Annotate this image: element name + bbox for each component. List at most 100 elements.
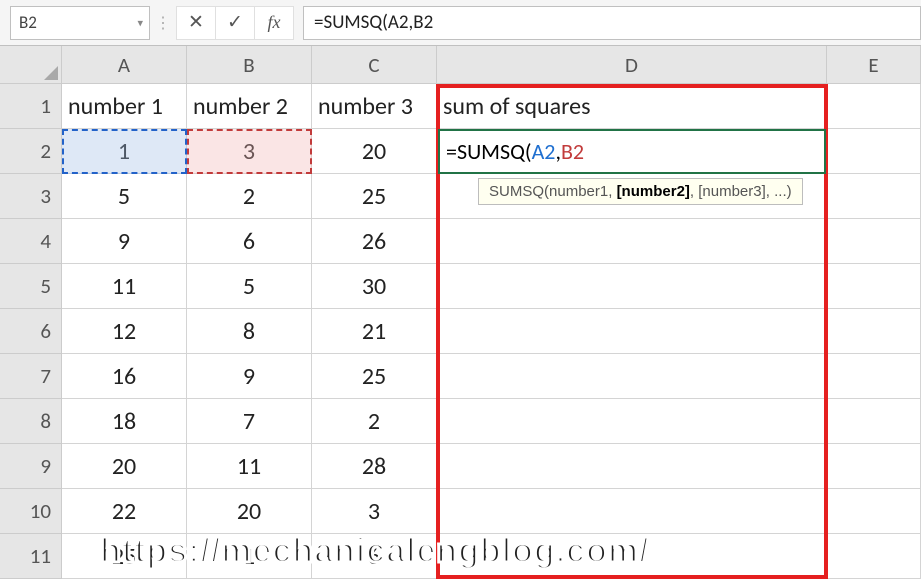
- cell-D7[interactable]: [437, 354, 827, 399]
- cell-E4[interactable]: [827, 219, 921, 264]
- check-icon: ✓: [227, 11, 243, 34]
- cell-A10[interactable]: 22: [62, 489, 187, 534]
- excel-window: B2 ▾ ⋮ ✕ ✓ fx =SUMSQ(A2,B2 ABCDE 1234567…: [0, 0, 921, 580]
- table-row: 16925: [62, 354, 921, 399]
- cell-C3[interactable]: 25: [312, 174, 437, 219]
- row-header-10[interactable]: 10: [0, 489, 62, 534]
- cell-E1[interactable]: [827, 84, 921, 129]
- column-header-a[interactable]: A: [62, 46, 187, 84]
- name-box-caret-icon: ▾: [137, 16, 143, 29]
- cell-B6[interactable]: 8: [187, 309, 312, 354]
- table-row: 11530: [62, 264, 921, 309]
- row-headers: 1234567891011: [0, 84, 62, 579]
- row-header-7[interactable]: 7: [0, 354, 62, 399]
- row-header-8[interactable]: 8: [0, 399, 62, 444]
- cell-A11[interactable]: 25: [62, 534, 187, 579]
- table-row: 201128: [62, 444, 921, 489]
- cell-D10[interactable]: [437, 489, 827, 534]
- cell-E10[interactable]: [827, 489, 921, 534]
- table-row: 22203: [62, 489, 921, 534]
- cell-E11[interactable]: [827, 534, 921, 579]
- row-header-2[interactable]: 2: [0, 129, 62, 174]
- cell-D6[interactable]: [437, 309, 827, 354]
- grid: ABCDE 1234567891011 number 1number 2numb…: [0, 46, 921, 580]
- table-row: number 1number 2number 3sum of squares: [62, 84, 921, 129]
- cell-E9[interactable]: [827, 444, 921, 489]
- name-box-value: B2: [19, 12, 37, 33]
- cell-E7[interactable]: [827, 354, 921, 399]
- cell-B2[interactable]: 3: [187, 129, 312, 174]
- cell-B1[interactable]: number 2: [187, 84, 312, 129]
- row-header-11[interactable]: 11: [0, 534, 62, 579]
- cell-B10[interactable]: 20: [187, 489, 312, 534]
- cell-B8[interactable]: 7: [187, 399, 312, 444]
- column-header-d[interactable]: D: [437, 46, 827, 84]
- cell-A4[interactable]: 9: [62, 219, 187, 264]
- cell-C9[interactable]: 28: [312, 444, 437, 489]
- fx-icon: fx: [268, 12, 281, 33]
- row-header-1[interactable]: 1: [0, 84, 62, 129]
- cell-A5[interactable]: 11: [62, 264, 187, 309]
- row-header-9[interactable]: 9: [0, 444, 62, 489]
- cell-D9[interactable]: [437, 444, 827, 489]
- cell-E6[interactable]: [827, 309, 921, 354]
- select-all-button[interactable]: [0, 46, 62, 84]
- cell-A1[interactable]: number 1: [62, 84, 187, 129]
- column-header-b[interactable]: B: [187, 46, 312, 84]
- cell-A8[interactable]: 18: [62, 399, 187, 444]
- table-row: 1872: [62, 399, 921, 444]
- cell-E5[interactable]: [827, 264, 921, 309]
- insert-function-button[interactable]: fx: [254, 6, 294, 40]
- table-row: 9626: [62, 219, 921, 264]
- function-tooltip: SUMSQ(number1, [number2], [number3], ...…: [478, 178, 803, 205]
- row-header-5[interactable]: 5: [0, 264, 62, 309]
- cell-C2[interactable]: 20: [312, 129, 437, 174]
- cell-B9[interactable]: 11: [187, 444, 312, 489]
- cell-C5[interactable]: 30: [312, 264, 437, 309]
- row-header-3[interactable]: 3: [0, 174, 62, 219]
- cell-C6[interactable]: 21: [312, 309, 437, 354]
- cell-B7[interactable]: 9: [187, 354, 312, 399]
- cell-C10[interactable]: 3: [312, 489, 437, 534]
- cell-D11[interactable]: [437, 534, 827, 579]
- cell-C11[interactable]: 6: [312, 534, 437, 579]
- formula-text: =SUMSQ(A2,B2: [314, 11, 433, 34]
- name-box[interactable]: B2 ▾: [10, 6, 150, 40]
- cell-B3[interactable]: 2: [187, 174, 312, 219]
- cell-B11[interactable]: 1: [187, 534, 312, 579]
- cell-D4[interactable]: [437, 219, 827, 264]
- cell-B4[interactable]: 6: [187, 219, 312, 264]
- cell-D8[interactable]: [437, 399, 827, 444]
- row-header-4[interactable]: 4: [0, 219, 62, 264]
- cells: number 1number 2number 3sum of squares13…: [62, 84, 921, 579]
- cell-A3[interactable]: 5: [62, 174, 187, 219]
- column-headers: ABCDE: [62, 46, 921, 84]
- cell-E8[interactable]: [827, 399, 921, 444]
- cell-A2[interactable]: 1: [62, 129, 187, 174]
- row-header-6[interactable]: 6: [0, 309, 62, 354]
- table-row: 1320: [62, 129, 921, 174]
- cell-B5[interactable]: 5: [187, 264, 312, 309]
- column-header-e[interactable]: E: [827, 46, 921, 84]
- cell-C7[interactable]: 25: [312, 354, 437, 399]
- cell-E2[interactable]: [827, 129, 921, 174]
- cell-A9[interactable]: 20: [62, 444, 187, 489]
- column-header-c[interactable]: C: [312, 46, 437, 84]
- formula-input[interactable]: =SUMSQ(A2,B2: [303, 6, 921, 40]
- close-icon: ✕: [188, 11, 204, 34]
- table-row: 2516: [62, 534, 921, 579]
- cell-C1[interactable]: number 3: [312, 84, 437, 129]
- enter-button[interactable]: ✓: [215, 6, 255, 40]
- cell-A6[interactable]: 12: [62, 309, 187, 354]
- tooltip-fn: SUMSQ: [489, 183, 544, 200]
- cell-D5[interactable]: [437, 264, 827, 309]
- formula-bar: B2 ▾ ⋮ ✕ ✓ fx =SUMSQ(A2,B2: [0, 0, 921, 46]
- cell-A7[interactable]: 16: [62, 354, 187, 399]
- cell-E3[interactable]: [827, 174, 921, 219]
- cell-D2[interactable]: [437, 129, 827, 174]
- cancel-button[interactable]: ✕: [176, 6, 216, 40]
- cell-D1[interactable]: sum of squares: [437, 84, 827, 129]
- cell-C8[interactable]: 2: [312, 399, 437, 444]
- tooltip-sig-bold: [number2]: [617, 183, 690, 200]
- cell-C4[interactable]: 26: [312, 219, 437, 264]
